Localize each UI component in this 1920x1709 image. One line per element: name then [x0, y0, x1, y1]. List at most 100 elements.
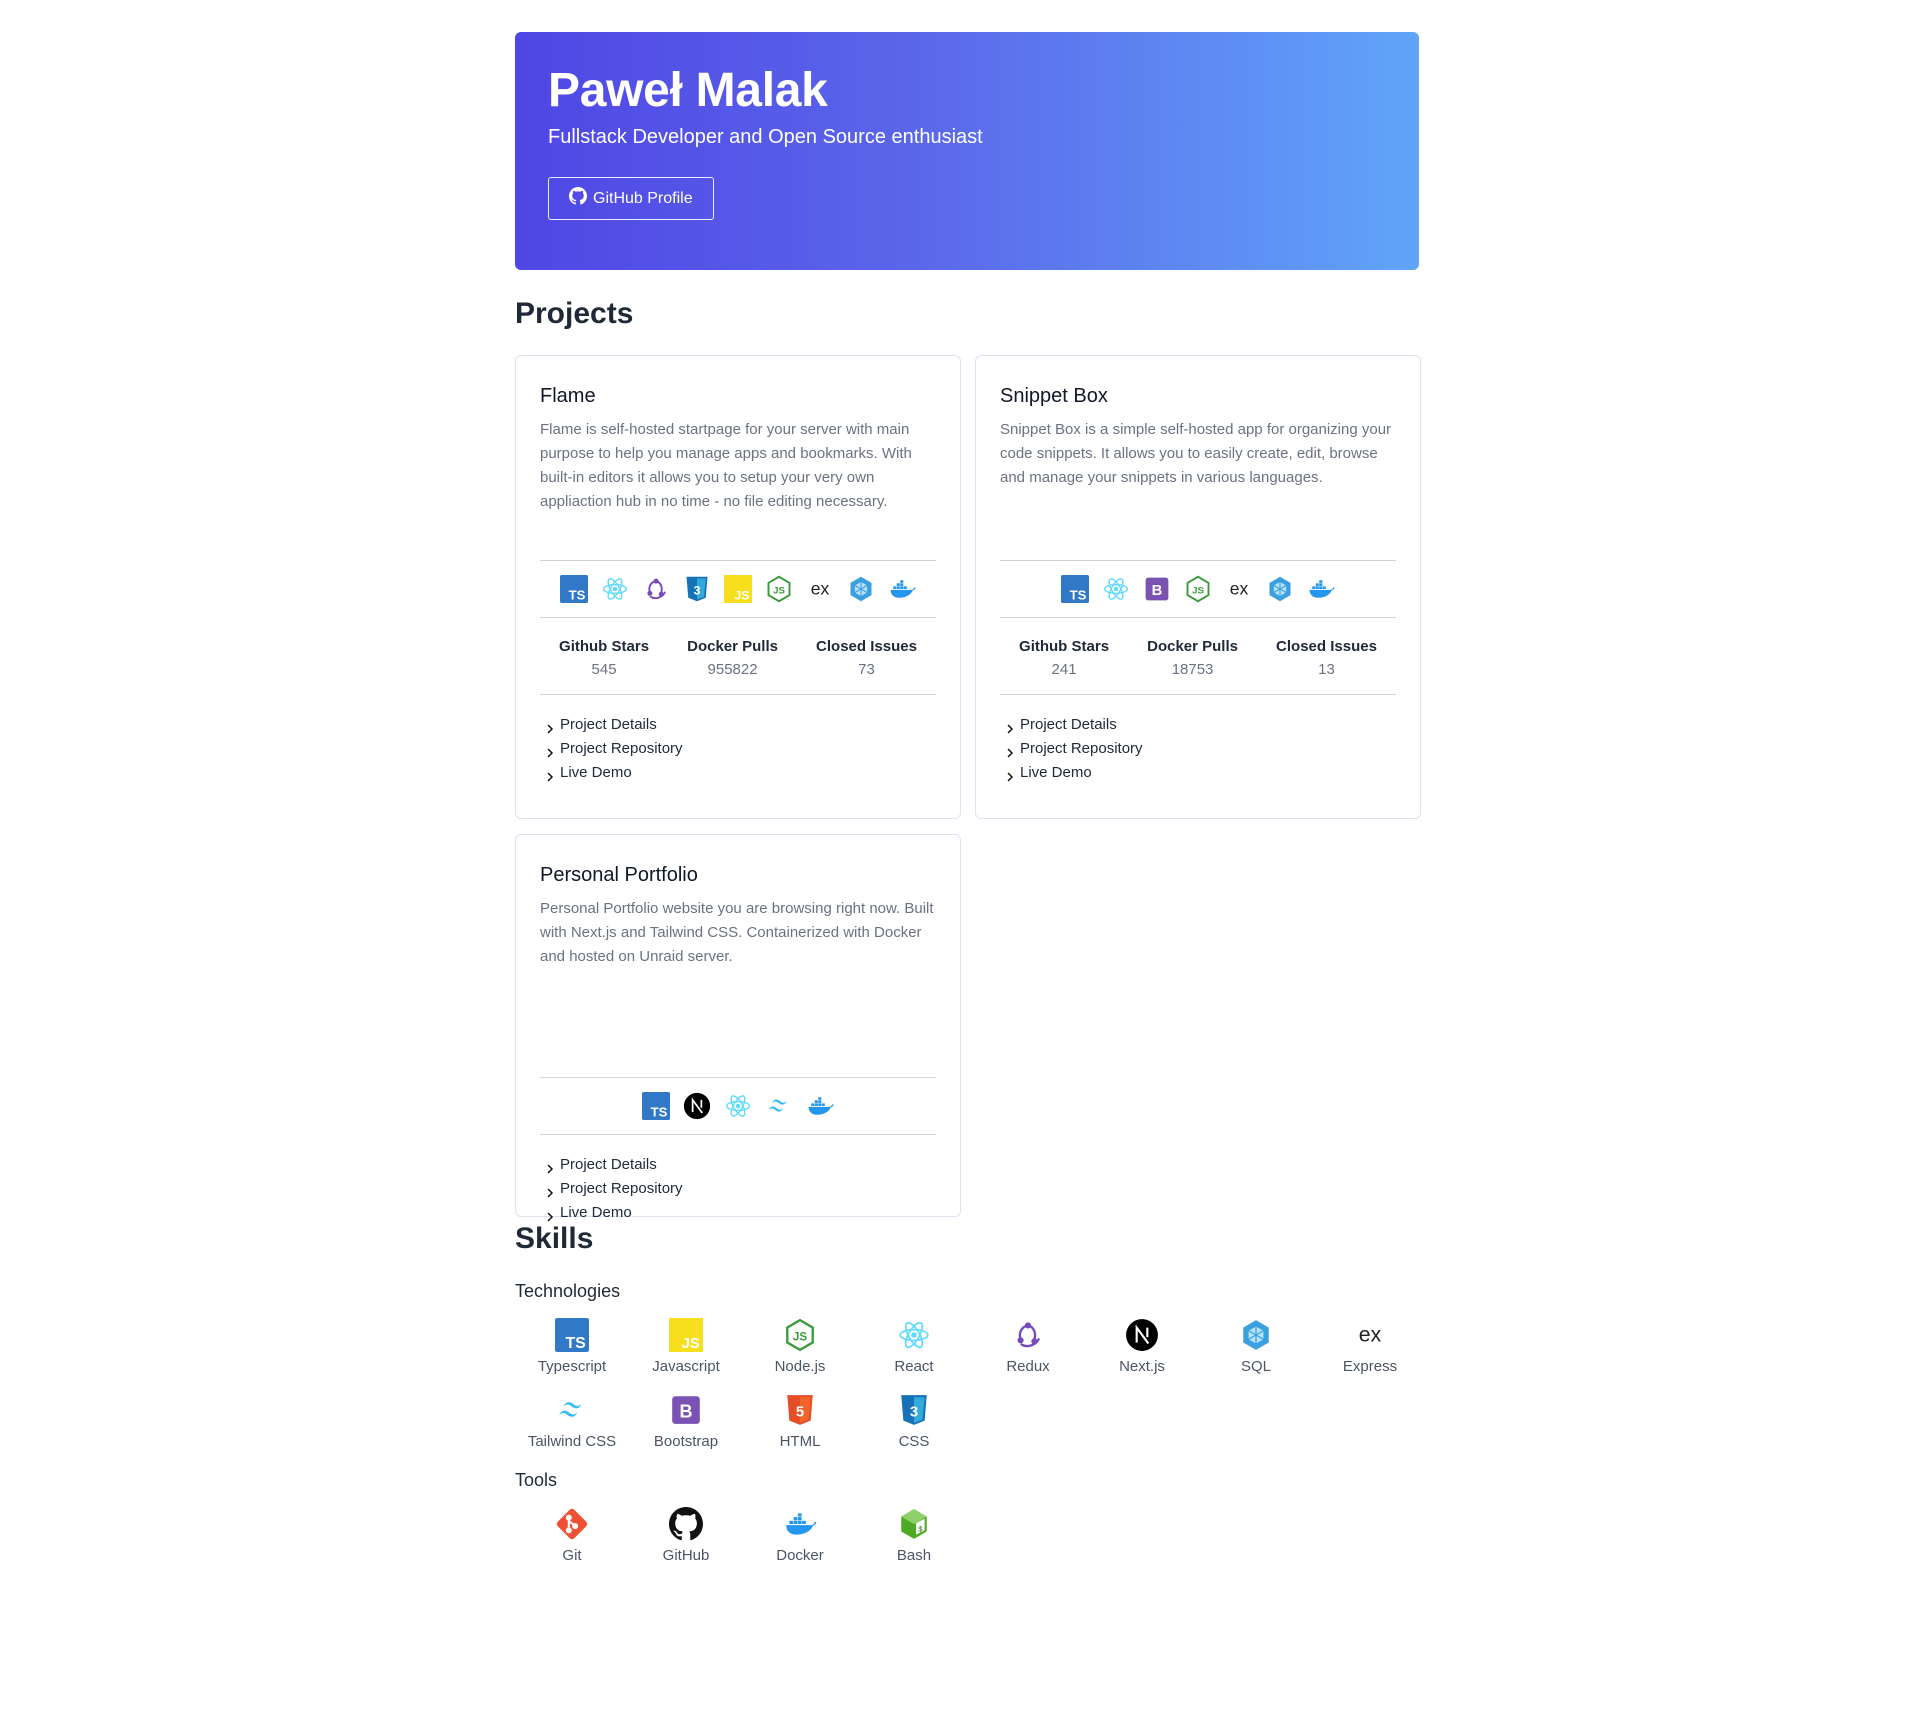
- skill-item: Tailwind CSS: [515, 1393, 629, 1450]
- stat-value: 241: [1051, 661, 1077, 678]
- stat-value: 545: [591, 661, 617, 678]
- link-label: Live Demo: [1020, 764, 1092, 781]
- project-details-link[interactable]: Project Details: [1000, 713, 1396, 737]
- projects-heading: Projects: [515, 297, 634, 330]
- sql-icon: [1239, 1318, 1273, 1352]
- skill-label: Javascript: [652, 1358, 720, 1375]
- link-label: Project Repository: [560, 1180, 683, 1197]
- project-title: Flame: [540, 385, 596, 407]
- skill-item: 3 CSS: [857, 1393, 971, 1450]
- github-profile-label: GitHub Profile: [593, 189, 693, 207]
- project-details-link[interactable]: Project Details: [540, 713, 936, 737]
- skill-item: B Bootstrap: [629, 1393, 743, 1450]
- typescript-icon: TS: [560, 575, 588, 603]
- link-label: Project Details: [560, 716, 657, 733]
- skill-label: Tailwind CSS: [527, 1433, 617, 1450]
- svg-text:ex: ex: [811, 578, 830, 598]
- project-repository-link[interactable]: Project Repository: [540, 737, 936, 761]
- typescript-icon: TS: [1061, 575, 1089, 603]
- skill-label: Next.js: [1119, 1358, 1165, 1375]
- project-card: Flame Flame is self-hosted startpage for …: [515, 355, 961, 819]
- bash-icon: $: [897, 1507, 931, 1541]
- chevron-right-icon: [544, 1159, 556, 1174]
- project-repository-link[interactable]: Project Repository: [540, 1177, 936, 1201]
- express-icon: ex: [1225, 575, 1253, 603]
- react-icon: [897, 1318, 931, 1352]
- bootstrap-icon: B: [669, 1393, 703, 1427]
- nextjs-icon: [683, 1092, 711, 1120]
- skill-item: Git: [515, 1507, 629, 1564]
- project-tech-icons: TS: [540, 1077, 936, 1135]
- javascript-icon: JS: [724, 575, 752, 603]
- chevron-right-icon: [1004, 743, 1016, 758]
- redux-icon: [642, 575, 670, 603]
- link-label: Project Details: [560, 1156, 657, 1173]
- typescript-icon: TS: [555, 1318, 589, 1352]
- project-links: Project Details Project Repository Live De…: [540, 695, 936, 785]
- link-label: Project Details: [1020, 716, 1117, 733]
- html-icon: 5: [783, 1393, 817, 1427]
- stat-label: Closed Issues: [816, 638, 917, 655]
- projects-grid: Flame Flame is self-hosted startpage for …: [515, 355, 1421, 1222]
- project-stats: Github Stars 545 Docker Pulls 955822 Closed …: [540, 618, 936, 695]
- github-icon: [569, 187, 587, 210]
- live-demo-link[interactable]: Live Demo: [1000, 761, 1396, 785]
- page-container: Paweł Malak Fullstack Developer and Open…: [515, 32, 1421, 1564]
- nodejs-icon: JS: [1184, 575, 1212, 603]
- docker-icon: [783, 1507, 817, 1541]
- github-profile-button[interactable]: GitHub Profile: [548, 177, 714, 220]
- skill-label: Typescript: [537, 1358, 607, 1375]
- skill-label: Express: [1342, 1358, 1398, 1375]
- svg-text:TS: TS: [651, 1105, 668, 1120]
- project-details-link[interactable]: Project Details: [540, 1153, 936, 1177]
- skill-label: Docker: [776, 1547, 824, 1564]
- stat-item: Docker Pulls 18753: [1147, 638, 1238, 678]
- project-links: Project Details Project Repository Live De…: [1000, 695, 1396, 785]
- redux-icon: [1011, 1318, 1045, 1352]
- project-card: Snippet Box Snippet Box is a simple self-…: [975, 355, 1421, 819]
- svg-text:ex: ex: [1230, 578, 1249, 598]
- project-repository-link[interactable]: Project Repository: [1000, 737, 1396, 761]
- skill-item: Docker: [743, 1507, 857, 1564]
- technologies-heading: Technologies: [515, 1281, 621, 1301]
- chevron-right-icon: [1004, 767, 1016, 782]
- live-demo-link[interactable]: Live Demo: [540, 761, 936, 785]
- project-title: Personal Portfolio: [540, 864, 698, 886]
- skill-label: HTML: [779, 1433, 821, 1450]
- svg-text:TS: TS: [569, 588, 586, 603]
- stat-value: 73: [858, 661, 875, 678]
- svg-text:ex: ex: [1359, 1322, 1382, 1346]
- skill-label: Bash: [896, 1547, 932, 1564]
- skill-label: React: [894, 1358, 934, 1375]
- tools-grid: Git GitHub Docker $ Bash: [515, 1507, 1419, 1564]
- skills-heading: Skills: [515, 1222, 594, 1255]
- stat-label: Docker Pulls: [687, 638, 778, 655]
- sql-icon: [1266, 575, 1294, 603]
- express-icon: ex: [1353, 1318, 1387, 1352]
- hero-banner: Paweł Malak Fullstack Developer and Open…: [515, 32, 1419, 270]
- nodejs-icon: JS: [783, 1318, 817, 1352]
- link-label: Live Demo: [560, 764, 632, 781]
- project-tech-icons: TS 3 JS JS ex: [540, 560, 936, 618]
- docker-icon: [1307, 575, 1335, 603]
- stat-item: Github Stars 545: [559, 638, 649, 678]
- svg-text:JS: JS: [1192, 585, 1204, 596]
- project-stats: Github Stars 241 Docker Pulls 18753 Closed I…: [1000, 618, 1396, 695]
- skill-label: GitHub: [662, 1547, 710, 1564]
- skill-item: GitHub: [629, 1507, 743, 1564]
- react-icon: [724, 1092, 752, 1120]
- svg-text:B: B: [1152, 583, 1163, 599]
- skill-item: Next.js: [1085, 1318, 1199, 1375]
- skill-label: Redux: [1006, 1358, 1050, 1375]
- tailwind-icon: [555, 1393, 589, 1427]
- svg-text:JS: JS: [682, 1336, 700, 1352]
- svg-text:B: B: [679, 1401, 692, 1421]
- live-demo-link[interactable]: Live Demo: [540, 1201, 936, 1225]
- link-label: Live Demo: [560, 1204, 632, 1221]
- skill-label: Bootstrap: [653, 1433, 719, 1450]
- chevron-right-icon: [544, 1183, 556, 1198]
- skill-item: ex Express: [1313, 1318, 1427, 1375]
- skill-item: TS Typescript: [515, 1318, 629, 1375]
- javascript-icon: JS: [669, 1318, 703, 1352]
- react-icon: [601, 575, 629, 603]
